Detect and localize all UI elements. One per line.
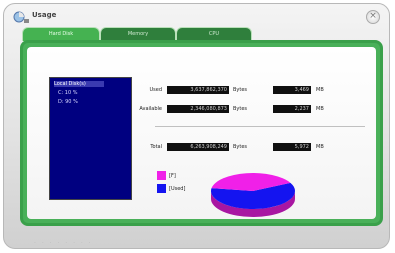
tab-memory[interactable]: Memory	[100, 27, 176, 40]
used-mb-value: 3,469	[273, 86, 311, 94]
drive-list[interactable]: Local Disk(s) C: 10 % D: 90 %	[49, 77, 132, 200]
legend-label-free: [F]	[169, 173, 176, 179]
usage-window: Usage × Hard Disk Memory CPU Local Disk(…	[3, 3, 390, 249]
total-bytes-value: 6,263,908,249	[167, 143, 229, 151]
window-title: Usage	[32, 11, 57, 19]
used-label: Used	[149, 87, 162, 93]
total-label: Total	[150, 144, 162, 150]
available-bytes-value: 2,346,080,873	[167, 105, 229, 113]
used-mb-unit: MB	[316, 87, 324, 93]
close-icon[interactable]: ×	[366, 10, 380, 24]
tab-hard-disk[interactable]: Hard Disk	[22, 27, 100, 41]
available-label: Available	[139, 106, 162, 112]
available-mb-value: 2,237	[273, 105, 311, 113]
total-mb-value: 5,972	[273, 143, 311, 151]
usage-app-icon	[13, 11, 29, 23]
drive-item-c[interactable]: C: 10 %	[58, 90, 77, 96]
used-bytes-unit: Bytes	[233, 87, 248, 93]
legend-swatch-used	[157, 184, 166, 193]
disk-usage-pie-chart	[211, 173, 295, 217]
total-mb-unit: MB	[316, 144, 324, 150]
content-panel: Local Disk(s) C: 10 % D: 90 % Used 3,637…	[27, 47, 376, 219]
available-mb-unit: MB	[316, 106, 324, 112]
drive-item-d[interactable]: D: 90 %	[58, 99, 78, 105]
divider-line	[155, 126, 365, 127]
legend-swatch-free	[157, 171, 166, 180]
drive-item-local-disks[interactable]: Local Disk(s)	[54, 81, 104, 87]
available-bytes-unit: Bytes	[233, 106, 248, 112]
tab-cpu[interactable]: CPU	[176, 27, 252, 40]
content-frame: Local Disk(s) C: 10 % D: 90 % Used 3,637…	[20, 40, 383, 226]
status-decoration: · · · · · · · ·	[34, 240, 93, 247]
total-bytes-unit: Bytes	[233, 144, 248, 150]
legend-label-used: [Used]	[169, 186, 186, 192]
used-bytes-value: 3,637,862,370	[167, 86, 229, 94]
